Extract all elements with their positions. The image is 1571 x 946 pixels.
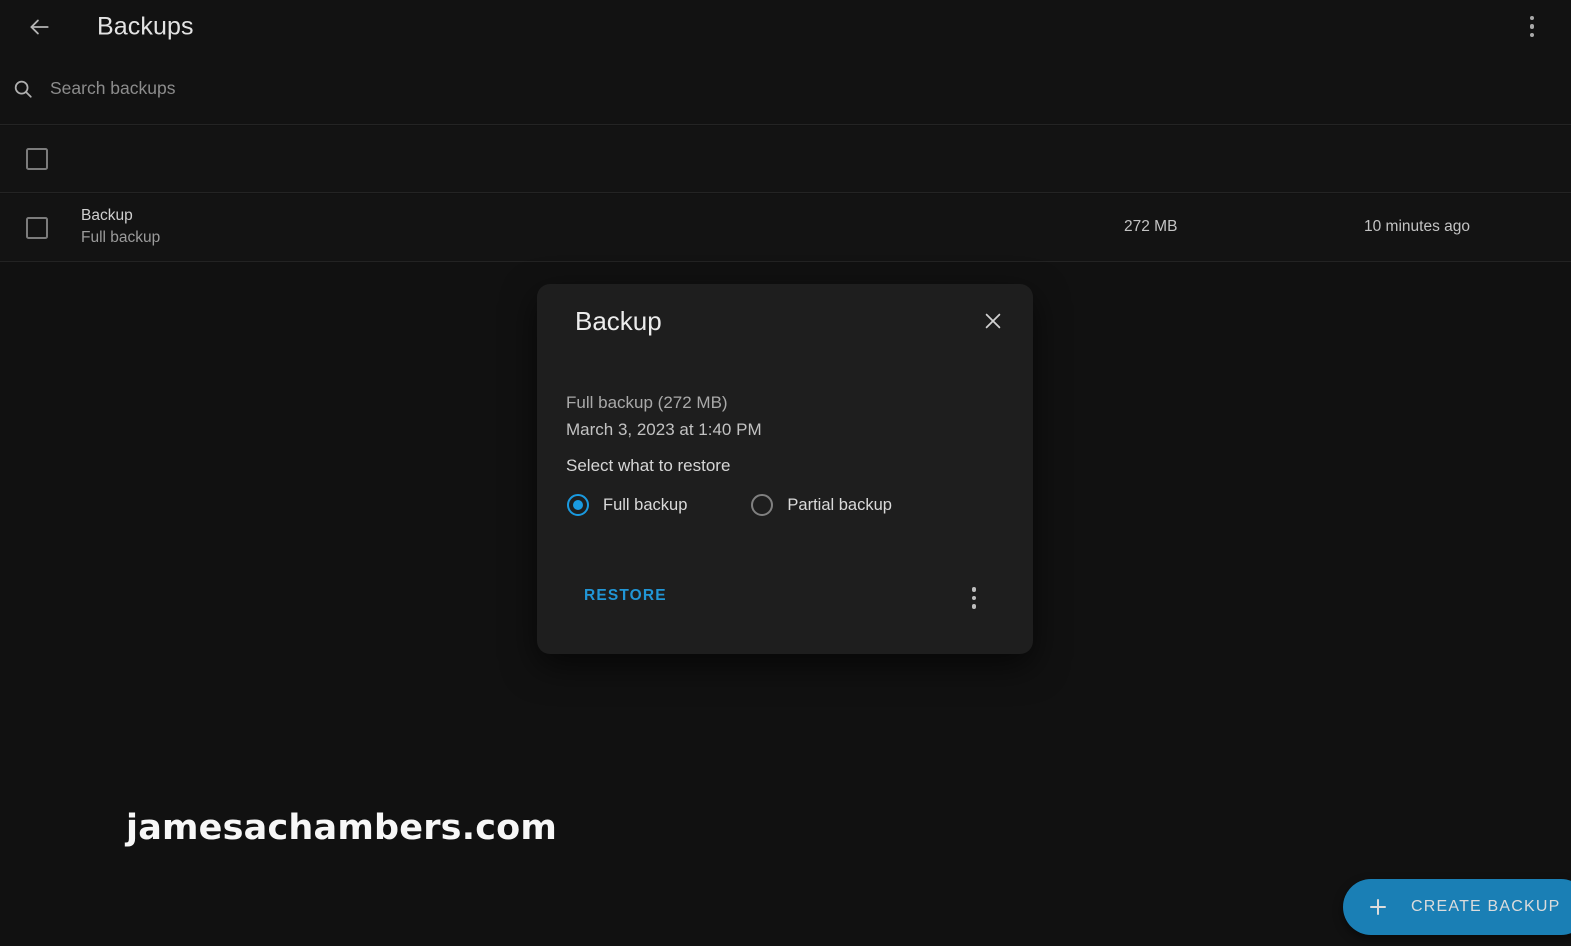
search-bar	[0, 53, 1571, 125]
search-icon	[11, 77, 35, 101]
select-all-row	[0, 126, 1571, 193]
create-backup-label: CREATE BACKUP	[1411, 898, 1561, 915]
radio-option-label: Full backup	[603, 495, 688, 514]
radio-option-full-backup[interactable]: Full backup	[567, 494, 687, 516]
radio-option-label: Partial backup	[787, 495, 892, 514]
watermark: jamesachambers.com	[126, 808, 558, 848]
row-title: Backup	[81, 207, 133, 224]
back-button[interactable]	[22, 10, 56, 44]
row-size: 272 MB	[1124, 218, 1178, 235]
app-bar-overflow-menu-button[interactable]	[1519, 12, 1545, 42]
close-icon	[982, 310, 1004, 337]
table-row[interactable]: Backup Full backup 272 MB 10 minutes ago	[0, 194, 1571, 262]
more-vertical-icon-dot	[971, 595, 977, 601]
select-all-checkbox[interactable]	[26, 148, 48, 170]
app-bar: Backups	[0, 0, 1571, 53]
row-subtitle: Full backup	[81, 229, 161, 246]
more-vertical-icon-dot	[971, 587, 977, 592]
restore-scope-radio-group: Full backup Partial backup	[567, 494, 892, 516]
radio-selected-icon	[567, 494, 589, 516]
search-input[interactable]	[50, 78, 750, 99]
restore-button[interactable]: RESTORE	[584, 587, 667, 605]
row-checkbox[interactable]	[26, 217, 48, 239]
close-button[interactable]	[977, 307, 1009, 339]
create-backup-button[interactable]: CREATE BACKUP	[1343, 879, 1571, 935]
more-vertical-icon-dot	[1529, 15, 1535, 21]
plus-icon	[1365, 894, 1391, 920]
backups-screen: Backups Backup Full backup 272 MB 10 min…	[0, 0, 1571, 946]
dialog-backup-datetime: March 3, 2023 at 1:40 PM	[566, 420, 762, 439]
arrow-left-icon	[26, 14, 52, 40]
dialog-restore-prompt: Select what to restore	[566, 456, 731, 475]
more-vertical-icon-dot	[1529, 24, 1535, 29]
row-timestamp: 10 minutes ago	[1364, 218, 1470, 235]
more-vertical-icon-dot	[1529, 32, 1535, 38]
backup-details-dialog: Backup Full backup (272 MB) March 3, 202…	[537, 284, 1033, 654]
more-vertical-icon-dot	[971, 604, 977, 609]
dialog-title: Backup	[575, 306, 662, 336]
dialog-overflow-menu-button[interactable]	[962, 584, 986, 612]
radio-unselected-icon	[751, 494, 774, 516]
radio-option-partial-backup[interactable]: Partial backup	[751, 494, 892, 516]
dialog-backup-summary: Full backup (272 MB)	[566, 393, 728, 412]
page-title: Backups	[97, 12, 194, 40]
